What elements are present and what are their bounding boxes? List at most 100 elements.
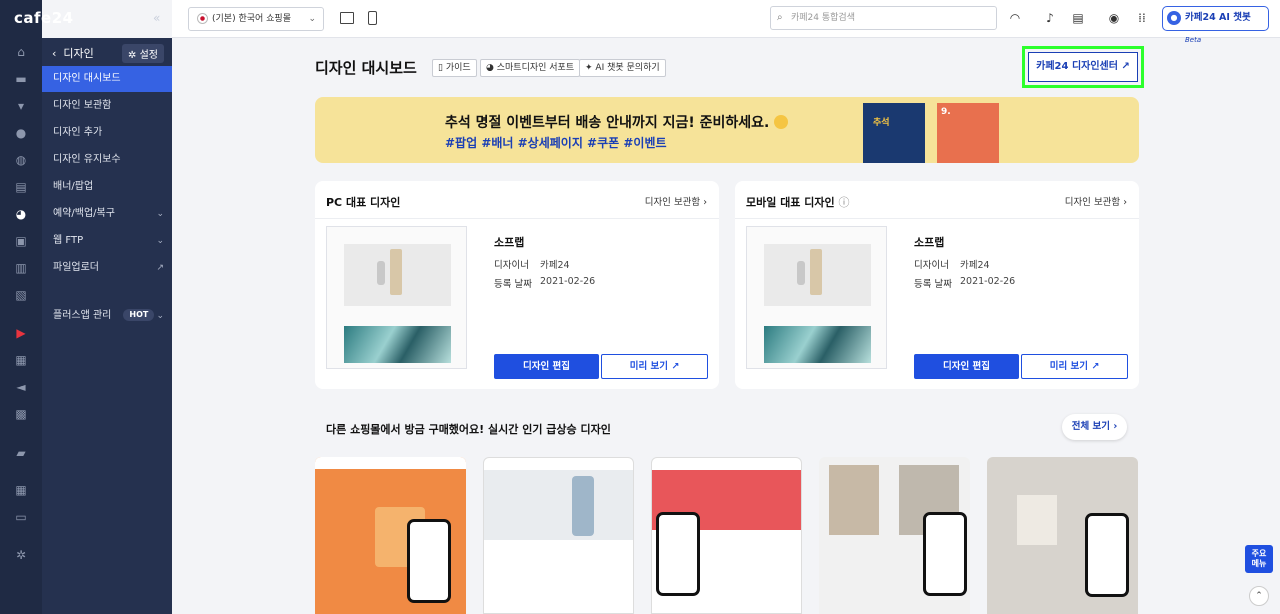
user-icon[interactable]: ●: [13, 125, 29, 141]
popular-design-item[interactable]: [483, 457, 634, 614]
view-all-button[interactable]: 전체 보기 ›: [1062, 414, 1127, 440]
sidebar-item-label: 플러스앱 관리: [53, 310, 112, 321]
external-link-icon: ↗: [156, 263, 164, 273]
banner-headline-text: 추석 명절 이벤트부터 배송 안내까지 지금! 준비하세요.: [445, 115, 770, 131]
card-title: PC 대표 디자인: [326, 196, 401, 209]
ad-icon[interactable]: ▣: [13, 233, 29, 249]
design-thumbnail: [326, 226, 467, 369]
ai-chatbot-icon: ●: [1167, 11, 1181, 25]
korea-flag-icon: [197, 13, 208, 24]
designer-row: 디자이너 카페24: [494, 257, 570, 271]
sidebar-setting-button[interactable]: ✲ 설정: [122, 44, 164, 63]
quick-menu-button[interactable]: 주요 메뉴: [1245, 545, 1273, 573]
apps-icon[interactable]: ▦: [13, 482, 29, 498]
card-title-text: 모바일 대표 디자인: [746, 196, 835, 209]
preview-label: 미리 보기: [1049, 361, 1088, 372]
search-input[interactable]: ⌕ 카페24 통합검색: [770, 6, 997, 30]
design-edit-button[interactable]: 디자인 편집: [494, 354, 599, 379]
store-icon[interactable]: ▦: [13, 352, 29, 368]
help-icon[interactable]: ⓘ: [838, 196, 849, 209]
document-icon[interactable]: ▤: [13, 179, 29, 195]
sidebar-item-backup[interactable]: 예약/백업/복구 ⌄: [42, 201, 172, 227]
card-title: 모바일 대표 디자인 ⓘ: [746, 194, 849, 210]
quick-menu-label: 주요: [1251, 549, 1267, 558]
date-row: 등록 날짜 2021-02-26: [914, 276, 1015, 290]
palette-icon[interactable]: ◕: [13, 206, 29, 222]
sidebar-item-label: 예약/백업/복구: [53, 208, 115, 219]
thumbnail-phone: [407, 519, 451, 603]
preview-button[interactable]: 미리 보기 ↗: [1021, 354, 1128, 379]
sidebar-item-design-add[interactable]: 디자인 추가: [42, 120, 172, 146]
thumbnail-bottle: [797, 261, 805, 285]
beta-label: Beta: [1185, 36, 1202, 44]
sidebar-item-label: 배너/팝업: [53, 181, 94, 192]
bell-icon[interactable]: ♪: [1043, 11, 1057, 25]
design-name: 소프랩: [494, 236, 525, 249]
sidebar-item-banner-popup[interactable]: 배너/팝업: [42, 174, 172, 200]
smile-emoji-icon: [774, 115, 789, 129]
sparkle-icon: ✦: [585, 63, 593, 73]
design-edit-button[interactable]: 디자인 편집: [914, 354, 1019, 379]
popular-design-item[interactable]: [651, 457, 802, 614]
megaphone-icon[interactable]: ◄: [13, 379, 29, 395]
search-placeholder: 카페24 통합검색: [791, 13, 855, 23]
banner-image-september: 9.: [937, 103, 999, 163]
grid-menu-icon[interactable]: ⁞⁞: [1135, 11, 1149, 25]
guide-chip[interactable]: ▯ 가이드: [432, 59, 477, 77]
home-icon[interactable]: ⌂: [13, 44, 29, 60]
preview-button[interactable]: 미리 보기 ↗: [601, 354, 708, 379]
sidebar-item-label: 파일업로더: [53, 262, 99, 273]
shirt-icon[interactable]: ▾: [13, 98, 29, 114]
banner-headline: 추석 명절 이벤트부터 배송 안내까지 지금! 준비하세요.: [445, 112, 789, 132]
pc-view-icon[interactable]: [340, 12, 354, 24]
palette-icon: ◕: [486, 63, 494, 73]
design-storage-link[interactable]: 디자인 보관함 ›: [645, 194, 707, 208]
popular-design-item[interactable]: [819, 457, 970, 614]
popular-design-item[interactable]: [987, 457, 1138, 614]
ai-chatbot-button[interactable]: ● 카페24 AI 챗봇 Beta: [1162, 6, 1269, 44]
folder-icon[interactable]: ▭: [13, 509, 29, 525]
cart-icon[interactable]: ▬: [13, 71, 29, 87]
link-label: 디자인 보관함: [1064, 197, 1121, 208]
top-bar: (기본) 한국어 쇼핑몰 ⌄ ⌕ 카페24 통합검색 ◠ ♪ ▤ ◉ ⁞⁞ ● …: [172, 0, 1280, 44]
sidebar-item-file-uploader[interactable]: 파일업로더 ↗: [42, 255, 172, 281]
icon-rail: cafe24 ⌂ ▬ ▾ ● ◍ ▤ ◕ ▣ ▥ ▧ ▶ ▦ ◄ ▩ ▰ ▦ ▭…: [0, 0, 73, 614]
cafe24-logo[interactable]: cafe24: [14, 9, 74, 27]
sidebar-item-design-maintenance[interactable]: 디자인 유지보수: [42, 147, 172, 173]
chevron-down-icon: ⌄: [308, 14, 316, 24]
design-storage-link[interactable]: 디자인 보관함 ›: [1065, 194, 1127, 208]
sidebar-item-plus-app[interactable]: 플러스앱 관리 HOT ⌄: [42, 303, 172, 329]
designer-row: 디자이너 카페24: [914, 257, 990, 271]
mall-select[interactable]: (기본) 한국어 쇼핑몰 ⌄: [188, 7, 324, 31]
sidebar-back-link[interactable]: ‹ 디자인: [52, 45, 94, 61]
view-all-label: 전체 보기: [1071, 421, 1111, 432]
scroll-top-button[interactable]: ⌃: [1249, 586, 1269, 606]
gear-icon[interactable]: ✲: [13, 547, 29, 563]
shop-icon[interactable]: ▩: [13, 406, 29, 422]
date-label: 등록 날짜: [494, 279, 532, 290]
mobile-view-icon[interactable]: [368, 11, 377, 25]
sidebar-item-design-storage[interactable]: 디자인 보관함: [42, 93, 172, 119]
thumbnail-bottle: [810, 249, 822, 295]
promo-banner[interactable]: 추석 명절 이벤트부터 배송 안내까지 지금! 준비하세요. #팝업 #배너 #…: [315, 97, 1139, 163]
sidebar-header: ‹ 디자인 ✲ 설정: [42, 38, 172, 65]
popular-design-item[interactable]: [315, 457, 466, 614]
truck-icon[interactable]: ▰: [13, 445, 29, 461]
headset-icon[interactable]: ◠: [1008, 11, 1022, 25]
page-title: 디자인 대시보드: [315, 59, 417, 77]
sidebar-item-design-dashboard[interactable]: 디자인 대시보드: [42, 66, 172, 92]
ai-chatbot-inquiry-chip[interactable]: ✦ AI 챗봇 문의하기: [579, 59, 666, 77]
account-icon[interactable]: ◉: [1107, 11, 1121, 25]
sidebar-item-web-ftp[interactable]: 웹 FTP ⌄: [42, 228, 172, 254]
collapse-sidebar-icon[interactable]: «: [153, 11, 160, 25]
thumbnail-marble: [764, 326, 871, 363]
chat-icon[interactable]: ◍: [13, 152, 29, 168]
smart-design-support-chip[interactable]: ◕ 스마트디자인 서포트: [480, 59, 581, 77]
store-icon[interactable]: ▤: [1071, 11, 1085, 25]
book-icon: ▯: [438, 63, 443, 73]
youtube-icon[interactable]: ▶: [13, 325, 29, 341]
design-center-button[interactable]: 카페24 디자인센터 ↗: [1028, 52, 1138, 82]
stats-icon[interactable]: ▥: [13, 260, 29, 276]
chevron-down-icon: ⌄: [156, 236, 164, 246]
excel-icon[interactable]: ▧: [13, 287, 29, 303]
